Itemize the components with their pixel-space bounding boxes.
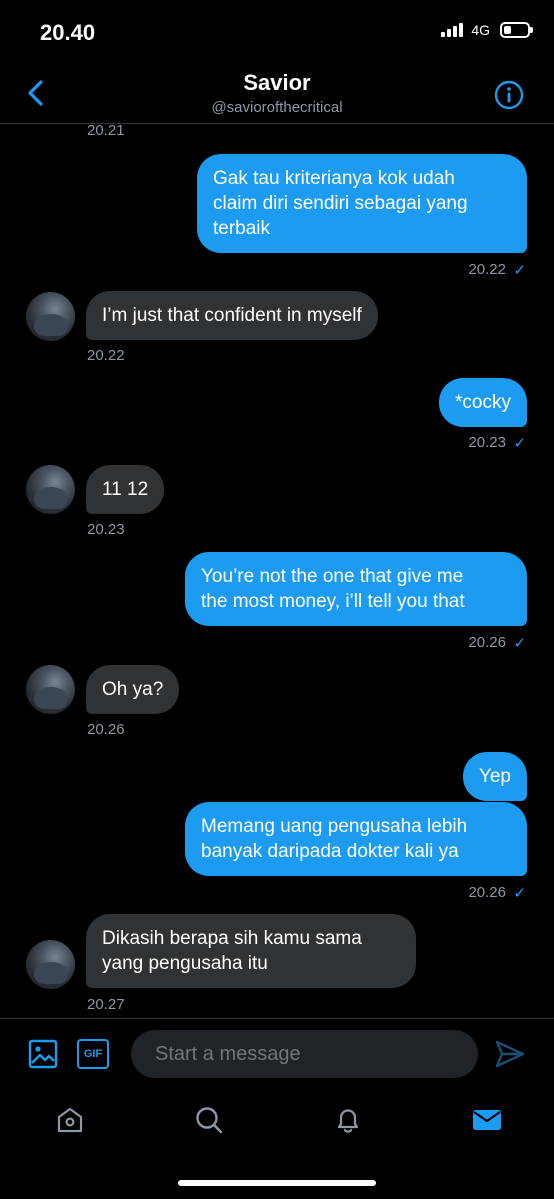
message-line: *cocky (455, 392, 511, 413)
gif-button[interactable]: GIF (77, 1039, 109, 1069)
message-line: claim diri sendiri sebagai yang (213, 193, 468, 214)
incoming-message[interactable]: Oh ya? (86, 665, 180, 714)
outgoing-message[interactable]: Yep (462, 752, 527, 801)
tab-messages[interactable] (469, 1102, 505, 1138)
status-bar: 20.40 4G (0, 0, 554, 64)
outgoing-message[interactable]: You’re not the one that give me the most… (185, 552, 527, 626)
message-timestamp: 20.26 (87, 721, 125, 738)
message-list[interactable]: 20.21 Gak tau kriterianya kok udah claim… (0, 124, 554, 1018)
message-line: Gak tau kriterianya kok udah (213, 168, 455, 189)
message-timestamp: 20.22 (87, 347, 125, 364)
signal-icon (441, 23, 464, 37)
search-icon (196, 1107, 223, 1134)
read-check-icon: ✓ (513, 262, 526, 279)
info-icon (494, 80, 524, 110)
message-timestamp: 20.22 (468, 261, 506, 278)
message-timestamp: 20.21 (87, 124, 125, 139)
message-line: the most money, i’ll tell you that (201, 591, 465, 612)
message-line: yang pengusaha itu (102, 953, 268, 974)
message-timestamp: 20.23 (468, 434, 506, 451)
status-time: 20.40 (40, 20, 96, 45)
tab-search[interactable] (191, 1102, 227, 1138)
contact-avatar[interactable] (26, 465, 75, 514)
outgoing-message[interactable]: Gak tau kriterianya kok udah claim diri … (197, 154, 527, 253)
contact-avatar[interactable] (26, 940, 75, 989)
info-button[interactable] (494, 80, 524, 110)
notifications-icon (337, 1109, 359, 1133)
read-check-icon: ✓ (513, 885, 526, 902)
message-line: I’m just that confident in myself (102, 305, 362, 326)
message-timestamp: 20.26 (468, 634, 506, 651)
contact-avatar[interactable] (26, 665, 75, 714)
message-timestamp: 20.26 (468, 884, 506, 901)
messages-icon (473, 1110, 501, 1130)
home-icon (57, 1107, 83, 1133)
message-timestamp: 20.27 (87, 996, 125, 1013)
home-indicator[interactable] (178, 1180, 376, 1186)
message-timestamp: 20.23 (87, 521, 125, 538)
status-indicators: 4G (441, 22, 533, 38)
message-line: Oh ya? (102, 679, 164, 700)
add-photo-button[interactable] (28, 1039, 58, 1069)
send-button[interactable] (494, 1039, 528, 1071)
tab-notifications[interactable] (330, 1102, 366, 1138)
conversation-header: Savior @saviorofthecritical (0, 64, 554, 124)
read-check-icon: ✓ (513, 635, 526, 652)
send-icon (495, 1040, 525, 1068)
contact-handle: @saviorofthecritical (211, 99, 343, 116)
outgoing-message[interactable]: Memang uang pengusaha lebih banyak darip… (185, 802, 527, 876)
outgoing-message[interactable]: *cocky (439, 378, 527, 427)
message-line: banyak daripada dokter kali ya (201, 841, 459, 862)
message-line: Yep (478, 766, 511, 787)
message-line: terbaik (213, 218, 271, 239)
message-composer: GIF (0, 1018, 554, 1090)
battery-icon (500, 22, 533, 38)
message-line: 11 12 (102, 479, 149, 500)
read-check-icon: ✓ (513, 435, 526, 452)
message-line: Memang uang pengusaha lebih (201, 816, 468, 837)
message-line: Dikasih berapa sih kamu sama (102, 928, 362, 949)
contact-avatar[interactable] (26, 292, 75, 341)
message-line: You’re not the one that give me (201, 566, 464, 587)
tab-home[interactable] (52, 1102, 88, 1138)
message-input[interactable] (131, 1030, 478, 1078)
incoming-message[interactable]: 11 12 (86, 465, 165, 514)
incoming-message[interactable]: Dikasih berapa sih kamu sama yang pengus… (86, 914, 416, 988)
network-type: 4G (471, 22, 490, 38)
incoming-message[interactable]: I’m just that confident in myself (86, 291, 378, 340)
contact-name[interactable]: Savior (0, 70, 554, 96)
image-icon (28, 1039, 58, 1069)
